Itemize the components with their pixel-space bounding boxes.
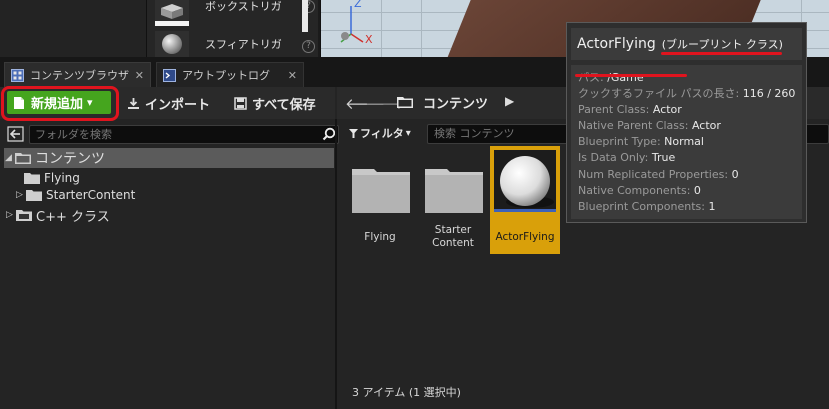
axis-z-label: Z (354, 0, 362, 10)
cpp-folder-icon (16, 210, 32, 221)
filter-label: フィルタ (360, 127, 404, 140)
close-icon[interactable]: ✕ (288, 69, 297, 82)
breadcrumb-content[interactable]: コンテンツ (423, 93, 488, 112)
save-all-button[interactable]: すべて保存 (234, 92, 316, 114)
output-log-icon (163, 68, 176, 82)
panel-splitter[interactable] (335, 119, 337, 409)
place-item-box-trigger[interactable]: ボックストリガ ? (147, 0, 315, 26)
save-all-label: すべて保存 (252, 97, 316, 113)
place-item-label: ボックストリガ (205, 0, 282, 13)
asset-label: Flying (364, 231, 396, 243)
annotation-underline (575, 74, 687, 77)
annotation-underline (661, 52, 782, 55)
tree-item-label: C++ クラス (36, 209, 110, 225)
tooltip-row-path: パス: /Game (578, 71, 644, 84)
folder-icon (24, 173, 40, 184)
collapsed-arrow-icon[interactable]: ▷ (6, 210, 16, 220)
asset-search-placeholder: 検索 コンテンツ (434, 127, 515, 140)
asset-tooltip: ActorFlying (ブループリント クラス) パス: /Game クックす… (566, 22, 807, 223)
place-item-sphere-trigger[interactable]: スフィアトリガ ? (147, 31, 315, 57)
folder-icon (397, 97, 413, 108)
sphere-thumbnail-icon (500, 156, 554, 208)
annotation-highlight-box (1, 86, 119, 121)
tree-item-cpp-classes[interactable]: ▷ C++ クラス (6, 205, 110, 225)
asset-label-line1: Starter (434, 224, 472, 236)
axis-x-label: X (365, 33, 373, 46)
chevron-down-icon: ▾ (405, 127, 411, 139)
filter-button[interactable]: フィルタ ▾ (349, 125, 411, 141)
filter-icon (349, 128, 358, 138)
content-browser-icon (11, 68, 24, 82)
tooltip-asset-type: (ブループリント クラス) (661, 38, 783, 51)
asset-folder-starter-content[interactable]: Starter Content (418, 147, 488, 255)
tab-content-browser[interactable]: コンテンツブラウザ ✕ (4, 62, 151, 87)
asset-label-line2: Content (432, 237, 474, 249)
asset-count-status: 3 アイテム (1 選択中) (352, 386, 461, 399)
tooltip-row-cook-path-length: クックするファイル パスの長さ: 116 / 260 (578, 87, 796, 101)
tree-item-label: コンテンツ (35, 151, 105, 167)
tooltip-row-native-parent-class: Native Parent Class: Actor (578, 119, 721, 133)
tooltip-header: ActorFlying (ブループリント クラス) (571, 28, 802, 60)
asset-label: ActorFlying (495, 231, 555, 243)
tooltip-row-is-data-only: Is Data Only: True (578, 151, 676, 165)
import-button[interactable]: インポート (127, 92, 210, 114)
folder-icon (425, 169, 483, 213)
place-item-label: スフィアトリガ (205, 38, 282, 51)
save-icon (234, 96, 247, 110)
asset-actor-flying[interactable]: ActorFlying (490, 146, 560, 254)
folder-search-placeholder: フォルダを検索 (35, 128, 112, 141)
collapsed-arrow-icon[interactable]: ▷ (16, 190, 26, 200)
folder-icon (26, 190, 42, 201)
folder-open-icon (15, 153, 31, 164)
chevron-right-icon[interactable]: ▶ (505, 94, 514, 108)
folder-search-input[interactable]: フォルダを検索 (29, 125, 339, 144)
tooltip-properties: パス: /Game クックするファイル パスの長さ: 116 / 260 Par… (571, 65, 802, 219)
tooltip-row-replicated-properties: Num Replicated Properties: 0 (578, 167, 739, 181)
folder-search-row: フォルダを検索 (5, 125, 339, 144)
place-actors-panel: ボックストリガ ? スフィアトリガ ? (146, 0, 318, 57)
tooltip-row-parent-class: Parent Class: Actor (578, 103, 682, 117)
tooltip-title: ActorFlying (577, 36, 656, 52)
close-icon[interactable]: ✕ (135, 69, 144, 82)
help-icon[interactable]: ? (302, 40, 315, 53)
toggle-sources-icon[interactable] (7, 126, 25, 143)
places-scrollbar[interactable] (302, 0, 308, 32)
tooltip-row-blueprint-components: Blueprint Components: 1 (578, 199, 716, 213)
tooltip-row-blueprint-type: Blueprint Type: Normal (578, 135, 704, 149)
content-browser-toolbar: 新規追加 ▾ インポート すべて保存 (0, 86, 335, 121)
sphere-trigger-thumbnail (155, 31, 189, 57)
tab-label: コンテンツブラウザ (30, 69, 129, 82)
download-icon (128, 97, 139, 109)
tree-item-label: StarterContent (46, 188, 136, 202)
folder-icon (352, 169, 410, 213)
tooltip-row-native-components: Native Components: 0 (578, 183, 701, 197)
tab-output-log[interactable]: アウトプットログ ✕ (156, 62, 304, 87)
expanded-arrow-icon[interactable]: ◢ (5, 153, 15, 163)
tree-item-label: Flying (44, 171, 80, 185)
asset-type-color-bar (494, 209, 556, 212)
box-trigger-thumbnail (155, 0, 189, 26)
actor-thumbnail (494, 150, 556, 212)
tree-item-content[interactable]: ◢ コンテンツ (4, 148, 334, 168)
search-icon[interactable] (322, 127, 336, 141)
import-label: インポート (145, 97, 211, 113)
tab-label: アウトプットログ (182, 69, 270, 82)
tree-item-starter-content[interactable]: ▷ StarterContent (16, 185, 135, 205)
asset-folder-flying[interactable]: Flying (345, 147, 415, 255)
editor-top-left-panel (0, 0, 146, 57)
